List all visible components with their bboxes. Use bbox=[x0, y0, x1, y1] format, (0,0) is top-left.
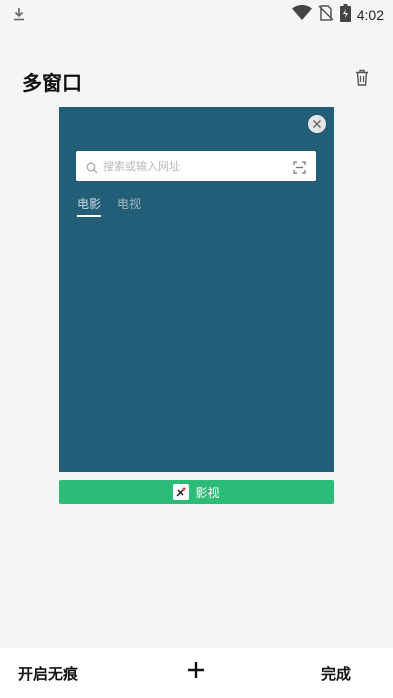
search-placeholder: 搜索或输入网址 bbox=[103, 160, 180, 173]
add-window-button[interactable] bbox=[186, 660, 206, 684]
battery-charging-icon bbox=[339, 4, 351, 26]
trash-icon[interactable] bbox=[355, 69, 369, 90]
close-window-button[interactable] bbox=[308, 115, 326, 133]
window-preview-card[interactable]: 搜索或输入网址 电影 电视 bbox=[59, 107, 334, 472]
page-title: 多窗口 bbox=[22, 71, 82, 95]
scan-icon[interactable] bbox=[293, 159, 306, 178]
wifi-icon bbox=[291, 5, 312, 25]
incognito-button[interactable]: 开启无痕 bbox=[18, 663, 78, 684]
search-icon bbox=[86, 159, 98, 178]
tab-movies[interactable]: 电影 bbox=[77, 195, 102, 217]
video-app-icon bbox=[173, 484, 190, 500]
window-label-bar[interactable]: 影视 bbox=[59, 480, 334, 504]
download-icon bbox=[12, 6, 26, 25]
category-tabs: 电影 电视 bbox=[77, 195, 141, 217]
window-app-label: 影视 bbox=[195, 485, 220, 500]
bottom-bar: 开启无痕 完成 bbox=[0, 648, 393, 698]
header: 多窗口 bbox=[0, 60, 393, 100]
plus-icon bbox=[188, 662, 204, 678]
no-sim-icon bbox=[318, 5, 334, 25]
search-box[interactable]: 搜索或输入网址 bbox=[76, 151, 316, 181]
tab-tv[interactable]: 电视 bbox=[117, 195, 141, 212]
done-button[interactable]: 完成 bbox=[321, 663, 351, 684]
status-time: 4:02 bbox=[356, 7, 384, 23]
status-bar: 4:02 bbox=[0, 0, 393, 28]
close-icon bbox=[313, 120, 321, 128]
